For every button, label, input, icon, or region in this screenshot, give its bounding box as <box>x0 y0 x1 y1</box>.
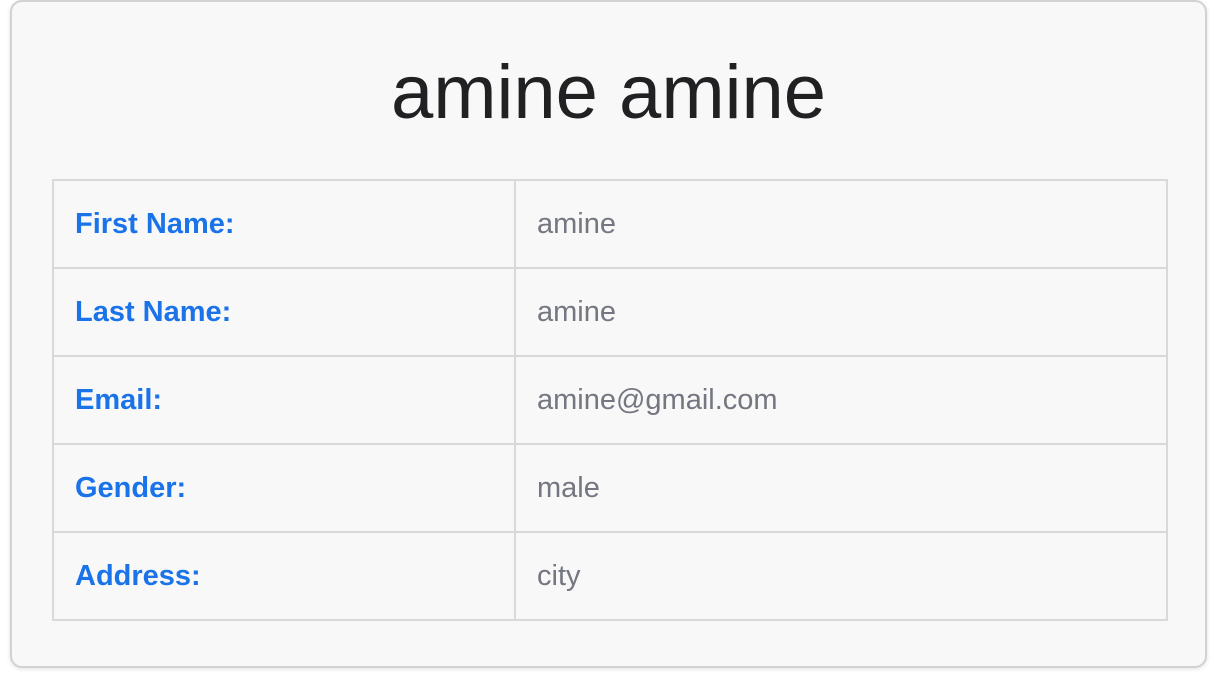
email-value: amine@gmail.com <box>514 355 1168 445</box>
address-label: Address: <box>52 531 516 621</box>
email-label: Email: <box>52 355 516 445</box>
table-row-gender: Gender: male <box>52 443 1168 533</box>
table-row-address: Address: city <box>52 531 1168 621</box>
last-name-label: Last Name: <box>52 267 516 357</box>
profile-details-table: First Name: amine Last Name: amine Email… <box>52 179 1168 621</box>
gender-value: male <box>514 443 1168 533</box>
gender-label: Gender: <box>52 443 516 533</box>
table-row-last-name: Last Name: amine <box>52 267 1168 357</box>
table-row-first-name: First Name: amine <box>52 179 1168 269</box>
last-name-value: amine <box>514 267 1168 357</box>
first-name-value: amine <box>514 179 1168 269</box>
address-value: city <box>514 531 1168 621</box>
table-row-email: Email: amine@gmail.com <box>52 355 1168 445</box>
profile-card: amine amine First Name: amine Last Name:… <box>10 0 1207 668</box>
first-name-label: First Name: <box>52 179 516 269</box>
profile-title: amine amine <box>390 50 827 135</box>
